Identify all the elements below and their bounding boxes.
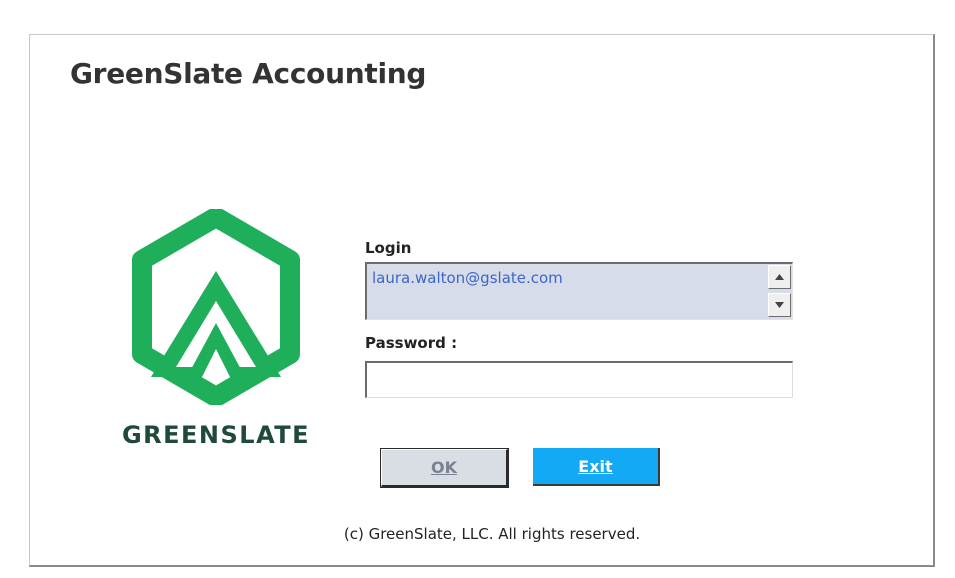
login-value: laura.walton@gslate.com <box>372 269 563 287</box>
greenslate-hexagon-logo-icon <box>132 209 300 405</box>
copyright-text: (c) GreenSlate, LLC. All rights reserved… <box>343 525 641 543</box>
ok-button[interactable]: OK <box>380 448 509 488</box>
password-label: Password : <box>365 334 458 352</box>
logo-wordmark: GREENSLATE <box>121 421 311 449</box>
arrow-down-icon <box>775 302 784 308</box>
login-dialog: GreenSlate Accounting GREENSLATE Login l… <box>29 34 935 567</box>
password-field[interactable] <box>365 361 793 398</box>
login-field[interactable]: laura.walton@gslate.com <box>365 262 793 320</box>
arrow-up-icon <box>775 274 784 280</box>
dialog-title: GreenSlate Accounting <box>70 57 427 90</box>
login-label: Login <box>365 239 412 257</box>
scroll-down-button[interactable] <box>768 293 791 317</box>
exit-button[interactable]: Exit <box>533 448 660 486</box>
scroll-up-button[interactable] <box>768 265 791 289</box>
